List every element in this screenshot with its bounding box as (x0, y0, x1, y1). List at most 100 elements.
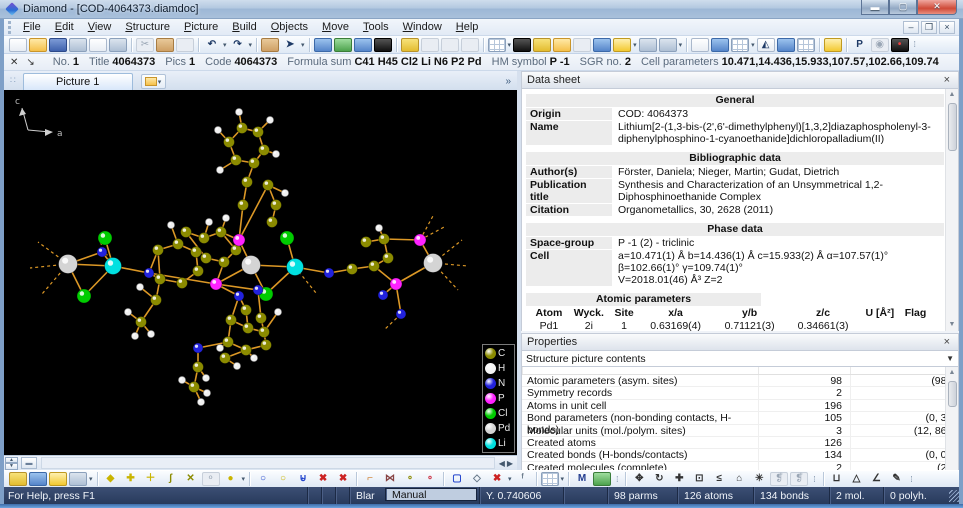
delete-bonds-icon[interactable]: ✖ (334, 472, 352, 486)
tab-overflow-button[interactable]: » (505, 76, 511, 87)
scroll-left-icon[interactable]: ◀ (499, 459, 505, 468)
dropdown-arrow-icon[interactable]: ▾ (508, 41, 512, 49)
menu-build[interactable]: Build (225, 20, 263, 34)
properties-close-icon[interactable]: × (941, 336, 953, 348)
minimize-button[interactable]: ▬ (861, 0, 889, 15)
data-table-icon[interactable] (797, 38, 815, 52)
restore-button[interactable]: ▢ (889, 0, 917, 15)
scroll-track[interactable] (41, 457, 495, 469)
property-row[interactable]: Created atoms126 (522, 437, 958, 449)
tab-picture-1[interactable]: Picture 1 (23, 73, 133, 90)
panel-2-icon[interactable] (441, 38, 459, 52)
print-icon[interactable] (109, 38, 127, 52)
color-grid-icon[interactable] (541, 472, 559, 486)
menu-picture[interactable]: Picture (177, 20, 225, 34)
properties-selector[interactable]: Structure picture contents ▼ (521, 351, 959, 367)
new-document-icon[interactable] (9, 38, 27, 52)
measure-m-icon[interactable]: M (573, 472, 591, 486)
picture-export-icon[interactable] (29, 472, 47, 486)
walk-disabled-icon[interactable]: ❡ (770, 472, 788, 486)
properties-header[interactable]: Properties × (521, 333, 959, 351)
menu-tools[interactable]: Tools (356, 20, 396, 34)
polyhedra-icon[interactable]: ◆ (102, 472, 120, 486)
dropdown-arrow-icon[interactable]: ▾ (508, 475, 512, 483)
grow-structure-icon[interactable]: ʃ (162, 472, 180, 486)
toolbar-overflow-icon[interactable]: ⁞ (911, 475, 913, 484)
unit-cell-icon[interactable]: ▢ (448, 472, 466, 486)
fit-icon[interactable]: ≤ (710, 472, 728, 486)
small-balls-icon[interactable]: ∘ (401, 472, 419, 486)
dropdown-arrow-icon[interactable]: ▾ (89, 475, 93, 483)
menu-grip[interactable] (8, 21, 13, 34)
mdi-restore-button[interactable]: ❐ (921, 21, 937, 34)
scroll-thumb[interactable] (948, 381, 957, 407)
atom-group-icon[interactable]: ✚ (122, 472, 140, 486)
zoom-icon[interactable]: ⊡ (690, 472, 708, 486)
red-balls-icon[interactable]: ∘ (421, 472, 439, 486)
export-picture-icon[interactable] (659, 38, 677, 52)
rotate-picture-icon[interactable] (613, 38, 631, 52)
dropdown-arrow-icon[interactable]: ▾ (223, 41, 227, 49)
powder-pattern-icon[interactable]: P (851, 38, 869, 52)
toolbar-overflow-icon[interactable]: ⁞ (914, 40, 916, 49)
measure-angle-icon[interactable]: △ (848, 472, 866, 486)
scroll-up-icon[interactable]: ▲ (949, 367, 956, 379)
balls-pair-icon[interactable]: ⊌ (294, 472, 312, 486)
picture-black-icon[interactable] (513, 38, 531, 52)
picture-view-icon[interactable] (314, 38, 332, 52)
mdi-minimize-button[interactable]: – (903, 21, 919, 34)
new-picture-tab-button[interactable]: ▾ (141, 74, 167, 89)
zoom-spinner[interactable]: ▲ ▼ (5, 457, 18, 470)
property-row[interactable]: Created bonds (H-bonds/contacts)134(0, 0… (522, 449, 958, 461)
move-icon[interactable]: ✥ (630, 472, 648, 486)
open-icon[interactable] (29, 38, 47, 52)
data-sheet-scrollbar[interactable]: ▲ ▼ (945, 89, 958, 331)
menu-objects[interactable]: Objects (264, 20, 315, 34)
cut-icon[interactable]: ✂ (136, 38, 154, 52)
key-icon[interactable]: • (891, 38, 909, 52)
add-atom-icon[interactable]: ＋ (142, 472, 160, 486)
menu-edit[interactable]: Edit (48, 20, 81, 34)
layout-1-icon[interactable] (691, 38, 709, 52)
scroll-up-icon[interactable]: ▲ (949, 89, 956, 101)
plane-icon[interactable]: ◇ (468, 472, 486, 486)
picture-settings-icon[interactable] (9, 472, 27, 486)
picture-dark-icon[interactable] (374, 38, 392, 52)
dropdown-arrow-icon[interactable]: ▾ (301, 41, 305, 49)
special-build-icon[interactable]: ᶠ (514, 472, 532, 486)
measure-distance-icon[interactable]: ⊔ (828, 472, 846, 486)
menu-window[interactable]: Window (396, 20, 449, 34)
menu-view[interactable]: View (81, 20, 119, 34)
delete-plane-icon[interactable]: ✖ (488, 472, 506, 486)
panel-1-icon[interactable] (421, 38, 439, 52)
dropdown-arrow-icon[interactable]: ▾ (679, 41, 683, 49)
pointer-icon[interactable]: ➤ (281, 38, 299, 52)
menu-help[interactable]: Help (449, 20, 486, 34)
cluster-disabled-icon[interactable]: ⚬ (202, 472, 220, 486)
contacts-icon[interactable]: ⋈ (381, 472, 399, 486)
scroll-thumb[interactable] (948, 103, 957, 151)
property-row[interactable]: Molecular units (mol./polym. sites)3(12,… (522, 425, 958, 437)
chart-histogram-icon[interactable]: ◭ (757, 38, 775, 52)
undo-icon[interactable]: ↶ (203, 38, 221, 52)
print-preview-icon[interactable] (89, 38, 107, 52)
find-icon[interactable] (69, 38, 87, 52)
title-bar[interactable]: Diamond - [COD-4064373.diamdoc] ▬ ▢ ✕ (0, 0, 963, 19)
redo-icon[interactable]: ↷ (229, 38, 247, 52)
dropdown-arrow-icon[interactable]: ▾ (751, 41, 755, 49)
fly-disabled-icon[interactable]: ❡ (790, 472, 808, 486)
toolbar-overflow-icon[interactable]: ⁞ (813, 475, 815, 484)
atom-design-icon[interactable]: ● (222, 472, 240, 486)
clear-filter-icon[interactable]: ✕ (10, 57, 18, 68)
goto-icon[interactable]: ↘ (26, 57, 34, 68)
pan-hand-icon[interactable] (261, 38, 279, 52)
dropdown-arrow-icon[interactable]: ▾ (249, 41, 253, 49)
layout-2-icon[interactable] (711, 38, 729, 52)
structure-3d-view[interactable]: c a CHNPClPdLi (4, 90, 517, 455)
spin-icon[interactable]: ✳ (750, 472, 768, 486)
data-sheet-header[interactable]: Data sheet × (521, 71, 959, 89)
rotate-icon[interactable]: ↻ (650, 472, 668, 486)
dropdown-arrow-icon[interactable]: ▾ (633, 41, 637, 49)
wizard-icon[interactable] (824, 38, 842, 52)
data-sheet-close-icon[interactable]: × (941, 74, 953, 86)
